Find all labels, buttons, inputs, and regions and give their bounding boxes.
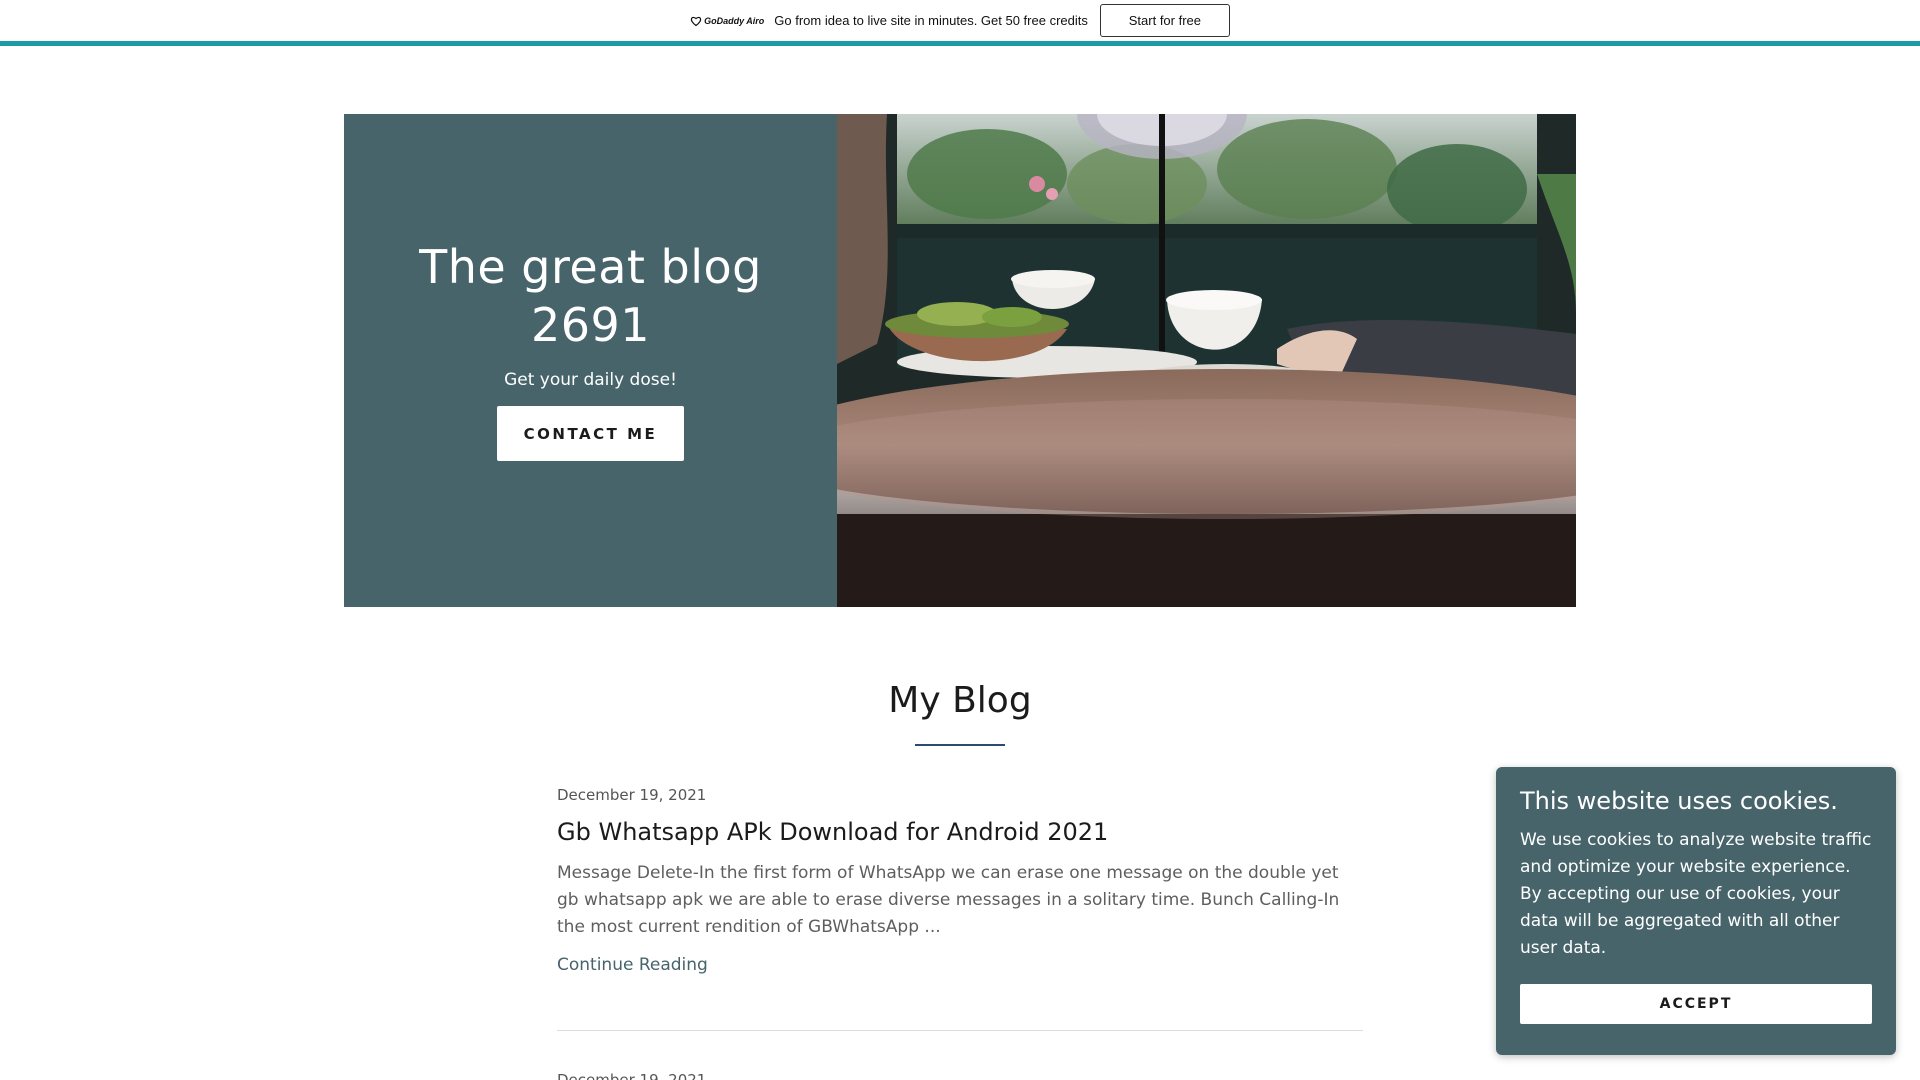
post-date: December 19, 2021 (557, 1071, 707, 1080)
promo-text: Go from idea to live site in minutes. Ge… (774, 13, 1088, 28)
blog-post: December 19, 2021 Gb Whatsapp APk Downlo… (557, 786, 1363, 975)
post-title[interactable]: Gb Whatsapp APk Download for Android 202… (557, 818, 1363, 846)
contact-me-button[interactable]: CONTACT ME (497, 406, 684, 461)
promo-bar: GoDaddy Airo Go from idea to live site i… (0, 0, 1920, 46)
start-for-free-button[interactable]: Start for free (1099, 4, 1230, 37)
continue-reading-link[interactable]: Continue Reading (557, 955, 708, 975)
cookie-title: This website uses cookies. (1520, 787, 1838, 815)
post-excerpt: Message Delete-In the first form of What… (557, 863, 1340, 937)
cookie-body: We use cookies to analyze website traffi… (1520, 830, 1872, 958)
cookie-banner: This website uses cookies. We use cookie… (1496, 767, 1896, 1055)
blog-heading: My Blog (888, 680, 1032, 721)
cafe-table-photo (837, 114, 1576, 607)
godaddy-airo-logo: GoDaddy Airo (690, 15, 764, 27)
site-tagline: Get your daily dose! (504, 370, 677, 390)
hero-panel: The great blog 2691 Get your daily dose!… (344, 114, 837, 607)
godaddy-heart-icon (690, 16, 702, 26)
site-title: The great blog 2691 (419, 240, 762, 352)
post-date: December 19, 2021 (557, 786, 707, 804)
hero-cafe-image (837, 114, 1576, 607)
accept-cookies-button[interactable]: ACCEPT (1520, 984, 1872, 1024)
promo-logo-text: GoDaddy Airo (704, 15, 765, 26)
post-divider (557, 1030, 1363, 1031)
blog-heading-underline (915, 744, 1005, 746)
hero-section: The great blog 2691 Get your daily dose!… (344, 114, 1576, 607)
